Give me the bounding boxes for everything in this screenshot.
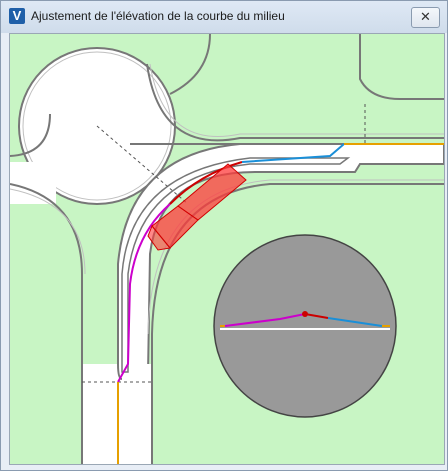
- window-title: Ajustement de l'élévation de la courbe d…: [31, 9, 285, 23]
- title-bar[interactable]: V Ajustement de l'élévation de la courbe…: [1, 1, 447, 33]
- plan-canvas[interactable]: [10, 34, 444, 464]
- elevation-handle[interactable]: [302, 311, 308, 317]
- close-button[interactable]: ✕: [411, 7, 440, 28]
- app-logo-icon: V: [9, 8, 25, 24]
- dialog-window: V Ajustement de l'élévation de la courbe…: [0, 0, 448, 471]
- elevation-preview-disc[interactable]: [213, 234, 397, 418]
- plan-viewport[interactable]: [9, 33, 445, 465]
